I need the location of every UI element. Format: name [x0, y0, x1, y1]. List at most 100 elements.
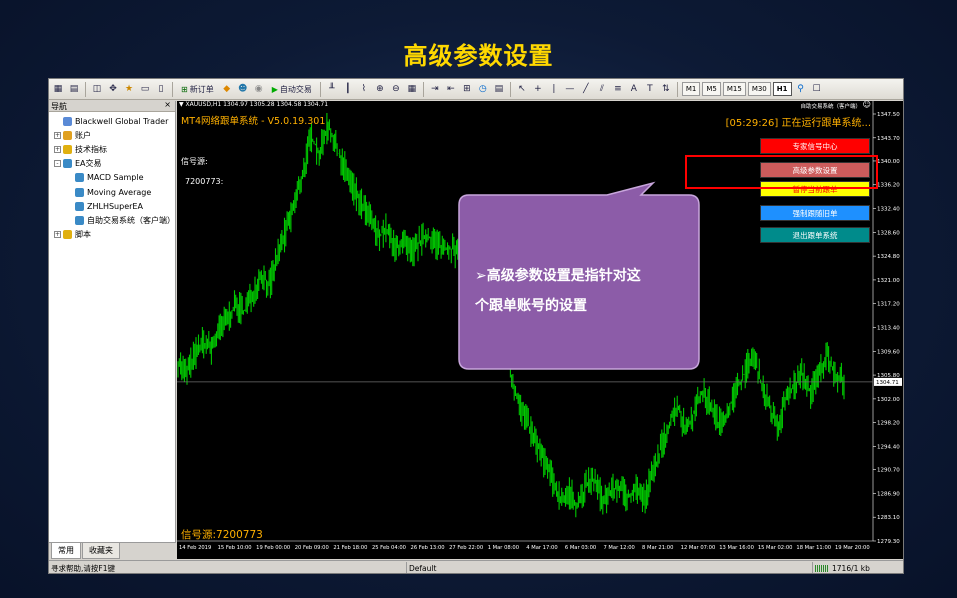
- y-tick-label: 1328.60: [877, 230, 900, 236]
- expand-toggle-icon[interactable]: +: [54, 131, 61, 139]
- indicators-icon[interactable]: ⊞: [460, 81, 474, 97]
- market-icon[interactable]: ◉: [252, 81, 266, 97]
- chart-window[interactable]: 1347.50 1343.70 1340.00 1336.20 1332.40 1328.…: [177, 100, 903, 559]
- x-tick-label: 8 Mar 21:00: [642, 545, 673, 551]
- navigator-item[interactable]: + 账户: [49, 128, 175, 142]
- navigator-icon[interactable]: ★: [122, 81, 136, 97]
- new-order-label: 新订单: [189, 84, 214, 94]
- slide-title: 高级参数设置: [403, 42, 554, 70]
- templates-icon[interactable]: ▤: [492, 81, 506, 97]
- profiles-icon[interactable]: ▤: [67, 81, 81, 97]
- vertical-line-icon[interactable]: |: [547, 81, 561, 97]
- new-order-button[interactable]: ⊞ 新订单: [177, 81, 218, 97]
- bar-chart-icon[interactable]: ╨: [325, 81, 339, 97]
- expand-toggle-icon[interactable]: -: [54, 160, 61, 168]
- x-tick-label: 15 Feb 10:00: [218, 545, 252, 551]
- x-tick-label: 6 Mar 03:00: [565, 545, 596, 551]
- periods-icon[interactable]: ◷: [476, 81, 490, 97]
- tester-icon[interactable]: ▯: [154, 81, 168, 97]
- fibonacci-icon[interactable]: ≡: [611, 81, 625, 97]
- market-watch-icon[interactable]: ◫: [90, 81, 104, 97]
- navigator-item[interactable]: 自助交易系统（客户端）: [49, 213, 175, 227]
- text-label-icon[interactable]: T: [643, 81, 657, 97]
- y-tick-label: 1286.90: [877, 491, 900, 497]
- timeframe-m30[interactable]: M30: [747, 82, 771, 96]
- toolbar-divider: [509, 81, 511, 97]
- signals-icon[interactable]: ☻: [236, 81, 250, 97]
- navigator-item[interactable]: Moving Average: [49, 185, 175, 199]
- x-tick-label: 25 Feb 04:00: [372, 545, 406, 551]
- system-status: [05:29:26] 正在运行跟单系统...: [725, 118, 871, 129]
- callout-line-1: ➢高级参数设置是指针对这: [475, 268, 641, 284]
- y-tick-label: 1321.00: [877, 278, 900, 284]
- signal-center-button[interactable]: 专家信号中心: [760, 138, 870, 154]
- y-tick-label: 1343.70: [877, 136, 900, 142]
- cursor-icon[interactable]: ↖: [515, 81, 529, 97]
- navigator-item[interactable]: - EA交易: [49, 157, 175, 171]
- navigator-item[interactable]: Blackwell Global Trader: [49, 114, 175, 128]
- x-tick-label: 13 Mar 16:00: [719, 545, 754, 551]
- exit-system-button[interactable]: 退出跟单系统: [760, 227, 870, 243]
- expert-icon: [75, 187, 84, 197]
- navigator-title: 导航: [51, 102, 67, 111]
- text-icon[interactable]: A: [627, 81, 641, 97]
- y-tick-label: 1302.00: [877, 397, 900, 403]
- timeframe-m1[interactable]: M1: [681, 82, 701, 96]
- auto-trade-label: 自动交易: [279, 84, 312, 94]
- navigator-item-label: Blackwell Global Trader: [75, 116, 169, 126]
- expert-icon: [75, 215, 84, 225]
- tab-favorites[interactable]: 收藏夹: [82, 543, 120, 559]
- timeframe-m5[interactable]: M5: [702, 82, 721, 96]
- x-tick-label: 12 Mar 07:00: [681, 545, 716, 551]
- navigator-item[interactable]: + 脚本: [49, 228, 175, 242]
- navigator-item-label: EA交易: [75, 159, 102, 169]
- horizontal-line-icon[interactable]: —: [563, 81, 577, 97]
- status-help: 寻求帮助,请按F1键: [49, 561, 407, 573]
- expand-toggle-icon[interactable]: +: [54, 145, 61, 153]
- navigator-item[interactable]: MACD Sample: [49, 171, 175, 185]
- chat-icon[interactable]: ☐: [810, 81, 824, 97]
- x-tick-label: 20 Feb 09:00: [295, 545, 329, 551]
- navigator-item-label: 账户: [75, 130, 91, 140]
- signal-source-footer: 信号源:7200773: [181, 529, 263, 541]
- x-tick-label: 26 Feb 13:00: [411, 545, 445, 551]
- arrows-icon[interactable]: ⇅: [659, 81, 673, 97]
- data-window-icon[interactable]: ✥: [106, 81, 120, 97]
- line-chart-icon[interactable]: ⌇: [357, 81, 371, 97]
- x-tick-label: 19 Feb 00:00: [256, 545, 290, 551]
- auto-scroll-icon[interactable]: ⇥: [428, 81, 442, 97]
- system-title: MT4网络跟单系统 - V5.0.19.301: [181, 116, 326, 127]
- timeframe-h1[interactable]: H1: [772, 82, 792, 96]
- callout-line-2: 个跟单账号的设置: [475, 298, 587, 314]
- tile-windows-icon[interactable]: ▦: [405, 81, 419, 97]
- y-tick-label: 1313.40: [877, 326, 900, 332]
- new-chart-icon[interactable]: ▦: [51, 81, 65, 97]
- indicators-icon: [63, 144, 72, 154]
- zoom-out-icon[interactable]: ⊖: [389, 81, 403, 97]
- navigator-item-label: ZHLHSuperEA: [87, 201, 143, 211]
- metaeditor-icon[interactable]: ◆: [220, 81, 234, 97]
- chart-shift-icon[interactable]: ⇤: [444, 81, 458, 97]
- y-tick-label: 1309.60: [877, 349, 900, 355]
- y-tick-label: 1283.10: [877, 515, 900, 521]
- zoom-in-icon[interactable]: ⊕: [373, 81, 387, 97]
- y-tick-label: 1298.20: [877, 421, 900, 427]
- navigator-item-label: Moving Average: [87, 187, 152, 197]
- navigator-item[interactable]: + 技术指标: [49, 142, 175, 156]
- toolbar-divider: [422, 81, 424, 97]
- terminal-icon[interactable]: ▭: [138, 81, 152, 97]
- search-icon[interactable]: ⚲: [794, 81, 808, 97]
- tab-common[interactable]: 常用: [51, 543, 81, 559]
- channel-icon[interactable]: ⫽: [595, 81, 609, 97]
- crosshair-icon[interactable]: +: [531, 81, 545, 97]
- signal-source-label: 信号源:: [181, 157, 208, 166]
- force-follow-button[interactable]: 强制跟随旧单: [760, 205, 870, 221]
- expand-toggle-icon[interactable]: +: [54, 231, 61, 239]
- navigator-item-label: 脚本: [75, 230, 91, 240]
- auto-trade-button[interactable]: ▶ 自动交易: [268, 81, 316, 97]
- close-icon[interactable]: ×: [164, 100, 171, 109]
- timeframe-m15[interactable]: M15: [722, 82, 746, 96]
- trendline-icon[interactable]: ╱: [579, 81, 593, 97]
- navigator-item[interactable]: ZHLHSuperEA: [49, 199, 175, 213]
- candle-chart-icon[interactable]: ┃: [341, 81, 355, 97]
